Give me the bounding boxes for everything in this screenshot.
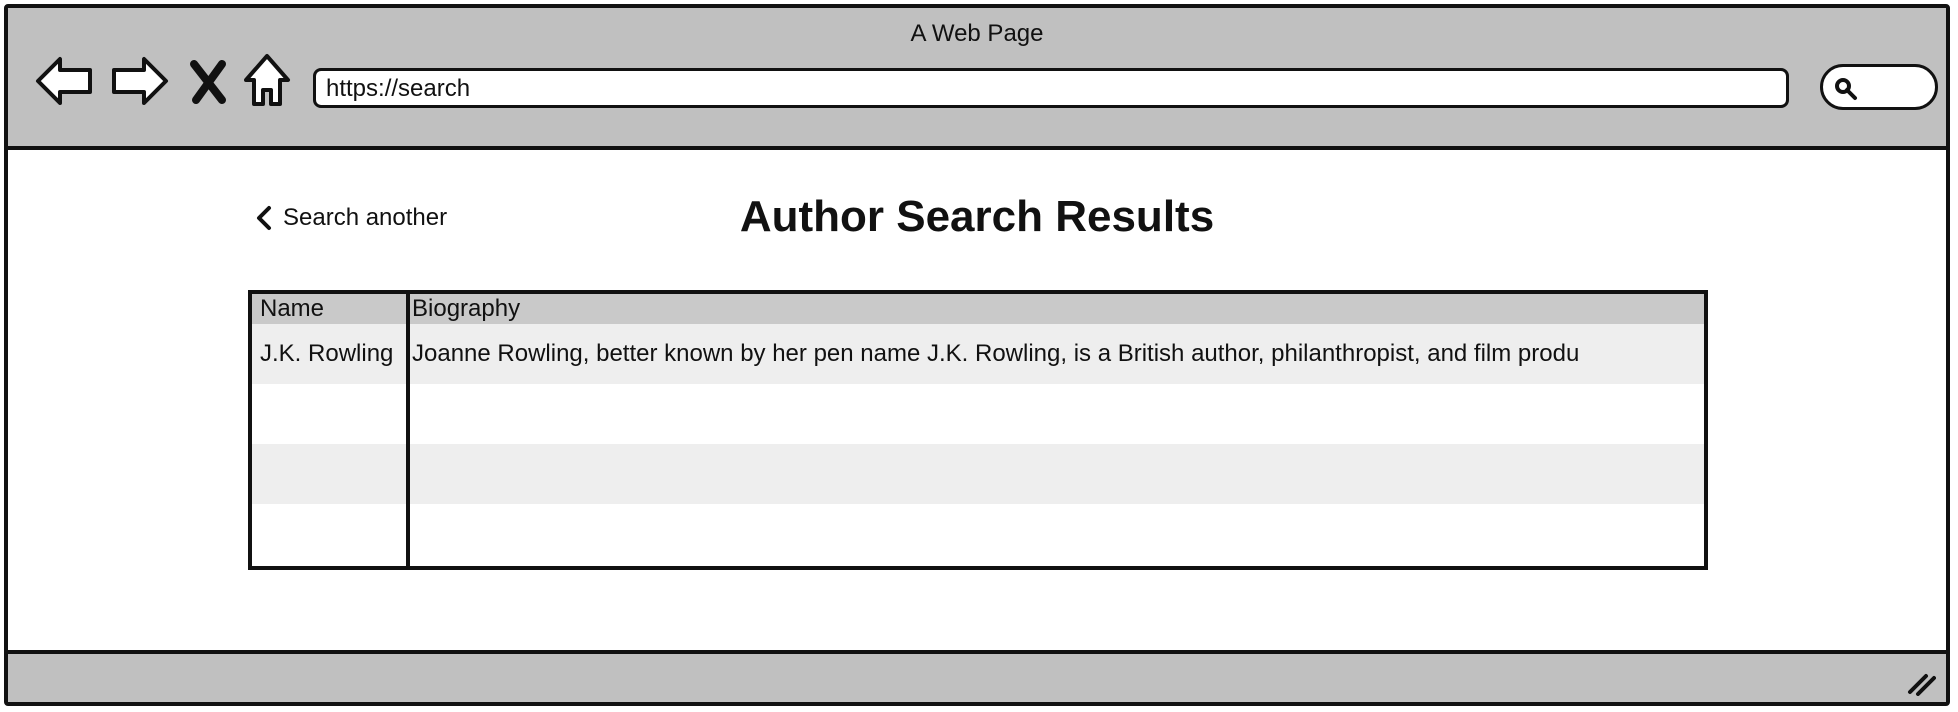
author-name-cell <box>252 444 406 504</box>
author-name-cell <box>252 384 406 444</box>
table-header-row: Name Biography <box>252 294 1704 324</box>
table-row[interactable] <box>252 504 1704 564</box>
table-row[interactable] <box>252 444 1704 504</box>
home-icon[interactable] <box>242 50 292 112</box>
search-button[interactable] <box>1820 64 1938 110</box>
browser-toolbar: A Web Page https://search <box>8 8 1946 150</box>
resize-grip-icon[interactable] <box>1904 668 1936 696</box>
author-biography-cell <box>406 384 1704 444</box>
browser-window: A Web Page https://search Search another… <box>4 4 1950 706</box>
window-title: A Web Page <box>910 20 1044 47</box>
results-table: Name Biography J.K. Rowling Joanne Rowli… <box>248 290 1708 570</box>
author-biography-cell <box>406 444 1704 504</box>
table-row[interactable] <box>252 384 1704 444</box>
chevron-left-icon <box>257 206 271 230</box>
column-divider[interactable] <box>406 294 410 566</box>
forward-arrow-icon[interactable] <box>108 50 170 112</box>
status-bar <box>8 650 1946 702</box>
column-header-name[interactable]: Name <box>252 294 406 324</box>
search-another-label: Search another <box>283 204 448 231</box>
page-title: Author Search Results <box>739 192 1215 241</box>
page-content: Search another Author Search Results Nam… <box>8 150 1946 650</box>
author-biography-cell <box>406 504 1704 564</box>
author-biography-cell: Joanne Rowling, better known by her pen … <box>412 340 1580 367</box>
author-name-cell: J.K. Rowling <box>260 340 394 367</box>
table-row[interactable]: J.K. Rowling Joanne Rowling, better know… <box>252 324 1704 384</box>
column-header-biography[interactable]: Biography <box>406 294 1704 324</box>
close-icon[interactable] <box>186 50 230 112</box>
back-arrow-icon[interactable] <box>34 50 96 112</box>
search-icon <box>1835 78 1857 100</box>
address-bar[interactable]: https://search <box>313 68 1789 108</box>
search-another-link[interactable]: Search another <box>253 204 447 232</box>
author-name-cell <box>252 504 406 564</box>
